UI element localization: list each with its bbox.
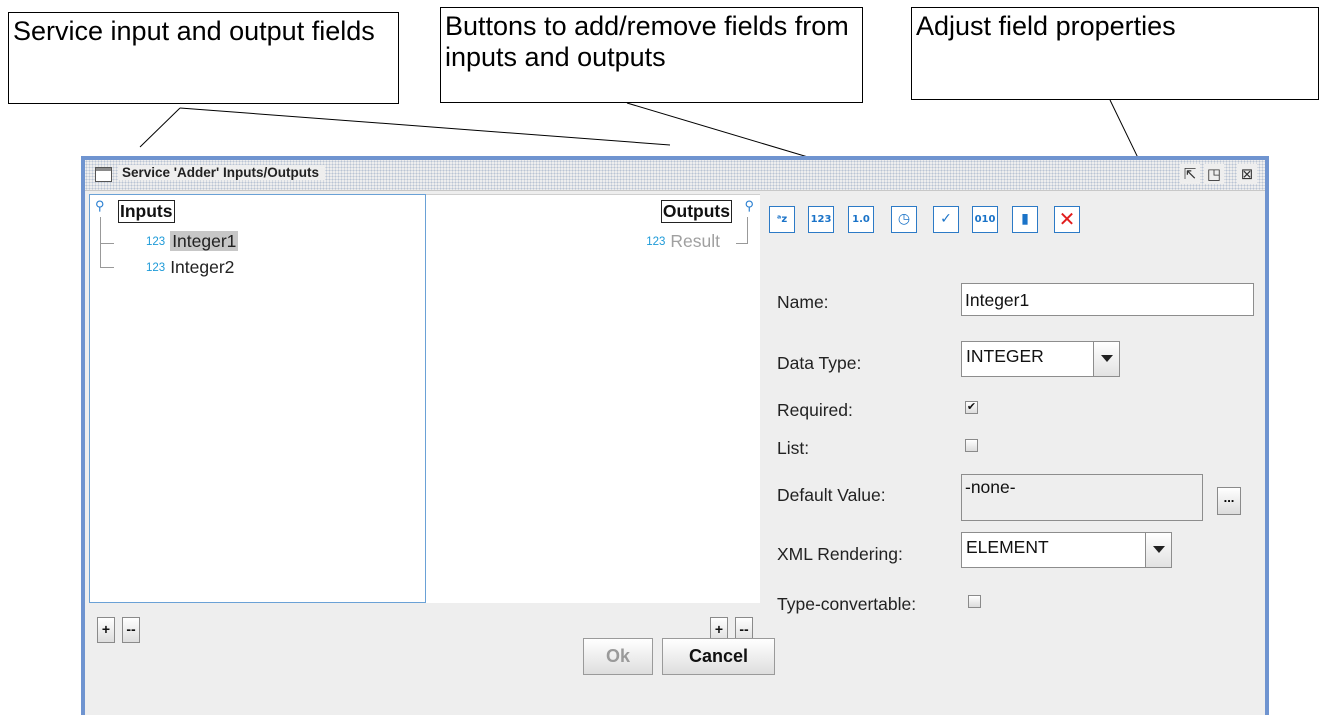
ok-button[interactable]: Ok <box>583 638 653 675</box>
integer-type-icon: 123 <box>146 236 166 248</box>
chevron-down-icon[interactable] <box>1093 342 1119 376</box>
list-label: List: <box>777 438 810 458</box>
maximize-icon[interactable]: ◳ <box>1204 164 1224 184</box>
decimal-field-icon[interactable]: 1.0 <box>848 206 874 233</box>
tree-root-pin-icon: ⚲ <box>744 198 754 213</box>
add-input-button[interactable]: + <box>97 617 115 643</box>
close-icon[interactable]: ⊠ <box>1237 164 1257 184</box>
record-field-icon[interactable]: ▮ <box>1012 206 1038 233</box>
output-item-result[interactable]: 123 Result <box>646 230 720 253</box>
chevron-down-icon[interactable] <box>1145 533 1171 567</box>
dialog-window: Service 'Adder' Inputs/Outputs ⇱ ◳ ⊠ ⚲ I… <box>81 156 1269 715</box>
data-type-label: Data Type: <box>777 353 862 373</box>
tree-root-pin-icon: ⚲ <box>95 198 105 213</box>
name-label: Name: <box>777 292 829 312</box>
xml-rendering-value: ELEMENT <box>966 537 1049 557</box>
xml-rendering-select[interactable]: ELEMENT <box>961 532 1172 568</box>
input-item-integer1[interactable]: 123 Integer1 <box>146 230 239 253</box>
integer-type-icon: 123 <box>146 262 166 274</box>
required-checkbox[interactable]: ✔ <box>965 401 978 414</box>
default-value-field[interactable]: -none- <box>961 474 1203 521</box>
restore-icon[interactable]: ⇱ <box>1180 164 1200 184</box>
callout-properties: Adjust field properties <box>911 7 1319 100</box>
input-item-integer2[interactable]: 123 Integer2 <box>146 256 234 279</box>
list-checkbox[interactable] <box>965 439 978 452</box>
default-value-edit-button[interactable]: ... <box>1217 487 1241 515</box>
input-item-label: Integer1 <box>170 231 239 251</box>
integer-type-icon: 123 <box>646 236 666 248</box>
title-bar[interactable]: Service 'Adder' Inputs/Outputs ⇱ ◳ ⊠ <box>85 160 1265 191</box>
data-type-select[interactable]: INTEGER <box>961 341 1120 377</box>
text-field-icon[interactable]: ᵃz <box>769 206 795 233</box>
type-convertable-label: Type-convertable: <box>777 594 917 614</box>
default-value-label: Default Value: <box>777 485 886 505</box>
inputs-root-label[interactable]: Inputs <box>118 200 175 223</box>
input-item-label: Integer2 <box>170 257 235 277</box>
outputs-tree[interactable]: Outputs ⚲ 123 Result <box>426 194 760 603</box>
outputs-root-label[interactable]: Outputs <box>660 200 732 223</box>
output-item-label: Result <box>670 231 720 251</box>
boolean-field-icon[interactable]: ✓ <box>933 206 959 233</box>
integer-field-icon[interactable]: 123 <box>808 206 834 233</box>
callout-buttons: Buttons to add/remove fields from inputs… <box>440 7 863 103</box>
name-input[interactable]: Integer1 <box>961 283 1254 316</box>
name-value: Integer1 <box>965 290 1030 310</box>
binary-field-icon[interactable]: 010 <box>972 206 998 233</box>
default-value-text: -none- <box>965 477 1016 497</box>
remove-input-button[interactable]: -- <box>122 617 140 643</box>
xml-rendering-label: XML Rendering: <box>777 544 903 564</box>
type-convertable-checkbox[interactable] <box>968 595 981 608</box>
window-title: Service 'Adder' Inputs/Outputs <box>118 165 325 180</box>
data-type-value: INTEGER <box>966 346 1044 366</box>
inputs-tree[interactable]: ⚲ Inputs 123 Integer1 123 Integer2 <box>89 194 426 603</box>
cancel-button[interactable]: Cancel <box>662 638 775 675</box>
window-icon <box>95 167 112 182</box>
delete-field-icon[interactable]: ✕ <box>1054 206 1080 233</box>
datetime-field-icon[interactable]: ◷ <box>891 206 917 233</box>
callout-fields: Service input and output fields <box>8 12 399 104</box>
required-label: Required: <box>777 400 853 420</box>
